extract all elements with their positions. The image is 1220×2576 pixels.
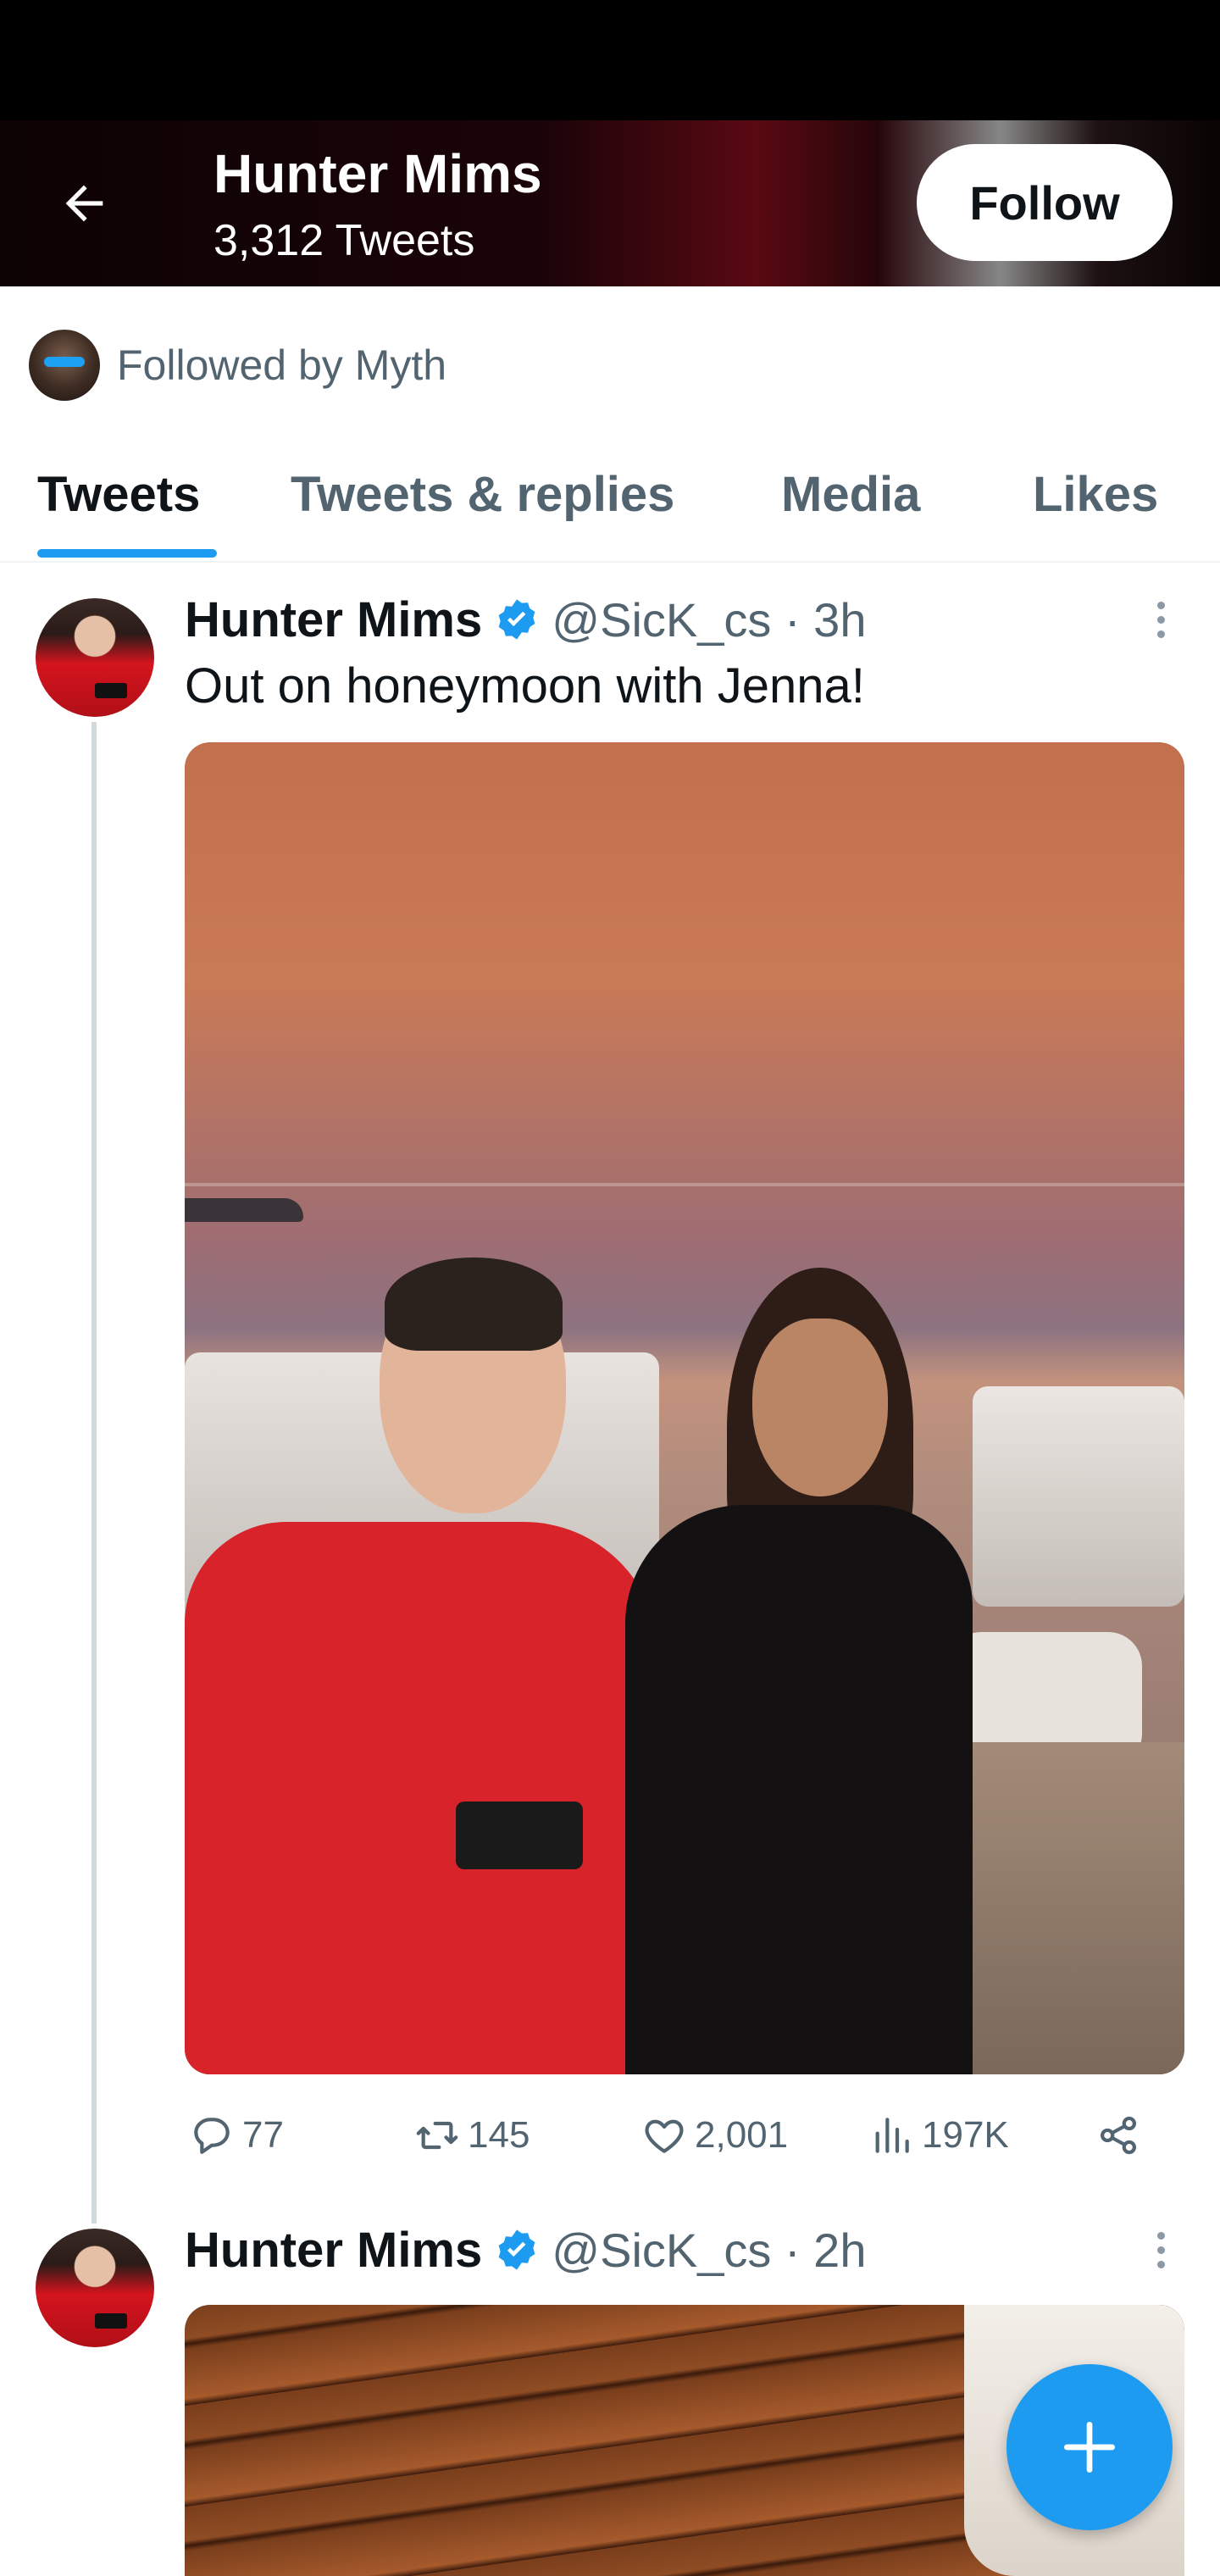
image-woman-face [752, 1319, 888, 1496]
retweet-icon [416, 2121, 458, 2150]
reply-count: 77 [242, 2114, 284, 2156]
tab-likes[interactable]: Likes [1033, 466, 1158, 523]
dot-icon [1156, 2260, 1165, 2268]
follow-button[interactable]: Follow [917, 144, 1173, 261]
dot-icon [1156, 630, 1165, 638]
tweet-author-name[interactable]: Hunter Mims [185, 591, 482, 648]
image-man-hair [385, 1257, 563, 1351]
plus-icon [1064, 2422, 1115, 2473]
image-shirt-logo [456, 1802, 583, 1869]
tweet-text: Out on honeymoon with Jenna! [185, 658, 865, 713]
tweet-author-avatar[interactable] [36, 598, 154, 717]
verified-badge-icon [498, 599, 535, 640]
compose-tweet-button[interactable] [1006, 2364, 1173, 2530]
more-options-button[interactable] [1135, 2220, 1186, 2279]
avatar-sunglasses [44, 357, 85, 367]
image-islet [185, 1198, 303, 1222]
follower-avatar [29, 330, 100, 401]
tweet-handle-time: @SicK_cs · 3h [552, 592, 867, 647]
retweet-button[interactable]: 145 [413, 2100, 530, 2171]
arrow-left-icon [65, 185, 103, 222]
profile-tabs: Tweets Tweets & replies Media Likes [0, 449, 1220, 563]
image-man-shirt [185, 1522, 659, 2074]
followed-by-row[interactable]: Followed by Myth [29, 329, 446, 402]
back-button[interactable] [51, 169, 119, 237]
bar-chart-icon [875, 2118, 909, 2153]
tweet-author-avatar[interactable] [36, 2229, 154, 2347]
views-button[interactable]: 197K [868, 2100, 1009, 2171]
profile-header: Hunter Mims 3,312 Tweets Follow [0, 120, 1220, 286]
image-horizon [185, 1183, 1184, 1186]
tweet-header: Hunter Mims @SicK_cs · 3h [185, 590, 866, 649]
like-count: 2,001 [695, 2114, 789, 2156]
verified-badge-icon [498, 2229, 535, 2270]
share-icon [1101, 2116, 1136, 2155]
header-tweet-count: 3,312 Tweets [214, 216, 475, 265]
heart-icon [645, 2119, 684, 2153]
followed-by-text: Followed by Myth [117, 341, 447, 389]
like-button[interactable]: 2,001 [640, 2100, 788, 2171]
tweet-handle-time: @SicK_cs · 2h [552, 2223, 867, 2277]
tweet-actions: 77 145 2,001 197K [185, 2100, 1184, 2171]
header-profile-name: Hunter Mims [214, 143, 542, 204]
reply-button[interactable]: 77 [188, 2100, 284, 2171]
comment-icon [194, 2118, 230, 2154]
status-bar [0, 0, 1220, 120]
share-button[interactable] [1095, 2100, 1142, 2171]
active-tab-indicator [37, 549, 217, 558]
views-count: 197K [922, 2114, 1009, 2156]
dot-icon [1156, 2231, 1165, 2240]
retweet-count: 145 [468, 2114, 530, 2156]
thread-connector-line [92, 722, 97, 2223]
tab-tweets[interactable]: Tweets [37, 466, 200, 523]
dot-icon [1156, 615, 1165, 624]
tab-media[interactable]: Media [781, 466, 920, 523]
tab-tweets-and-replies[interactable]: Tweets & replies [291, 466, 674, 523]
tweet-header: Hunter Mims @SicK_cs · 2h [185, 2220, 866, 2279]
more-options-button[interactable] [1135, 590, 1186, 649]
dot-icon [1156, 2246, 1165, 2254]
tweet-author-name[interactable]: Hunter Mims [185, 2222, 482, 2279]
tweet-media-image[interactable] [185, 742, 1184, 2074]
avatar-shirt-logo [95, 683, 127, 698]
dot-icon [1156, 601, 1165, 609]
image-woman-dress [625, 1505, 973, 2074]
avatar-shirt-logo [95, 2313, 127, 2329]
image-wall-right [973, 1386, 1184, 1607]
